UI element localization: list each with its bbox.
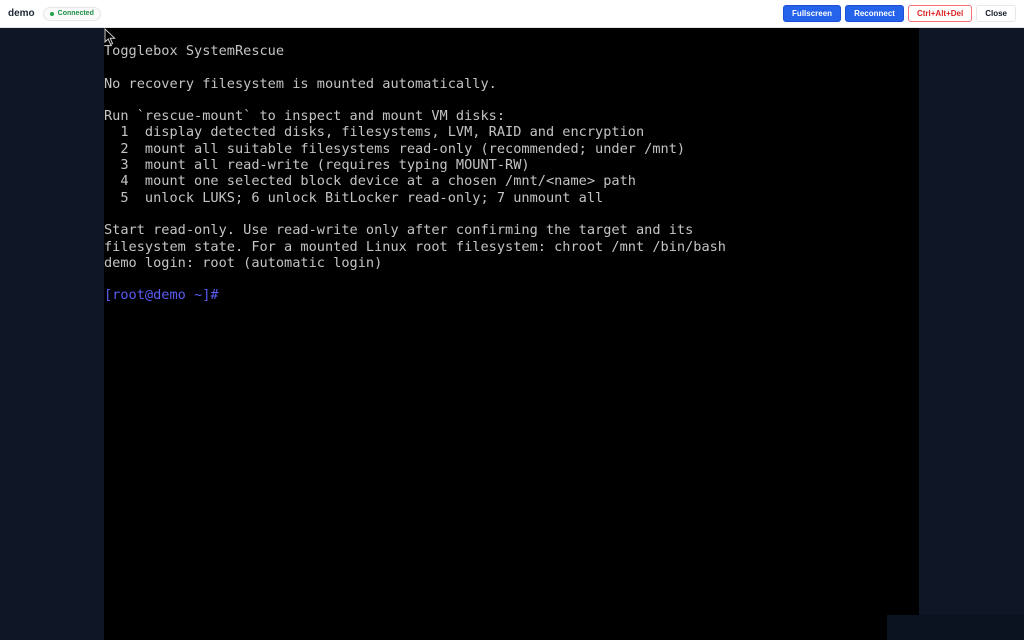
console-line: No recovery filesystem is mounted automa… [104, 75, 497, 92]
status-dot-icon [49, 11, 54, 16]
console-line: filesystem state. For a mounted Linux ro… [104, 238, 726, 255]
toolbar-actions: Fullscreen Reconnect Ctrl+Alt+Del Close [783, 5, 1016, 22]
console-line: Start read-only. Use read-write only aft… [104, 222, 694, 239]
reconnect-button[interactable]: Reconnect [845, 5, 904, 22]
console-line: Run `rescue-mount` to inspect and mount … [104, 108, 506, 125]
mouse-pointer-icon [104, 28, 116, 46]
connection-status-badge: Connected [42, 6, 101, 21]
vm-console-screen[interactable]: Togglebox SystemRescue No recovery filesy… [104, 28, 919, 640]
connection-status-label: Connected [57, 10, 94, 17]
console-line: 1 display detected disks, filesystems, L… [104, 124, 645, 141]
fullscreen-button[interactable]: Fullscreen [783, 5, 842, 22]
ctrl-alt-del-button[interactable]: Ctrl+Alt+Del [907, 5, 973, 22]
shell-prompt: [root@demo ~]# [104, 287, 219, 304]
console-output: Togglebox SystemRescue No recovery filesy… [104, 43, 726, 304]
close-button[interactable]: Close [976, 5, 1016, 22]
console-line: 2 mount all suitable filesystems read-on… [104, 140, 686, 157]
console-line: 3 mount all read-write (requires typing … [104, 157, 530, 174]
console-line: demo login: root (automatic login) [104, 254, 383, 271]
console-line: 4 mount one selected block device at a c… [104, 173, 636, 190]
vm-name: demo [8, 8, 35, 19]
toolbar: demo Connected Fullscreen Reconnect Ctrl… [0, 0, 1024, 28]
side-panel [887, 615, 1024, 640]
console-line: 5 unlock LUKS; 6 unlock BitLocker read-o… [104, 189, 604, 206]
console-line: Togglebox SystemRescue [104, 43, 285, 59]
